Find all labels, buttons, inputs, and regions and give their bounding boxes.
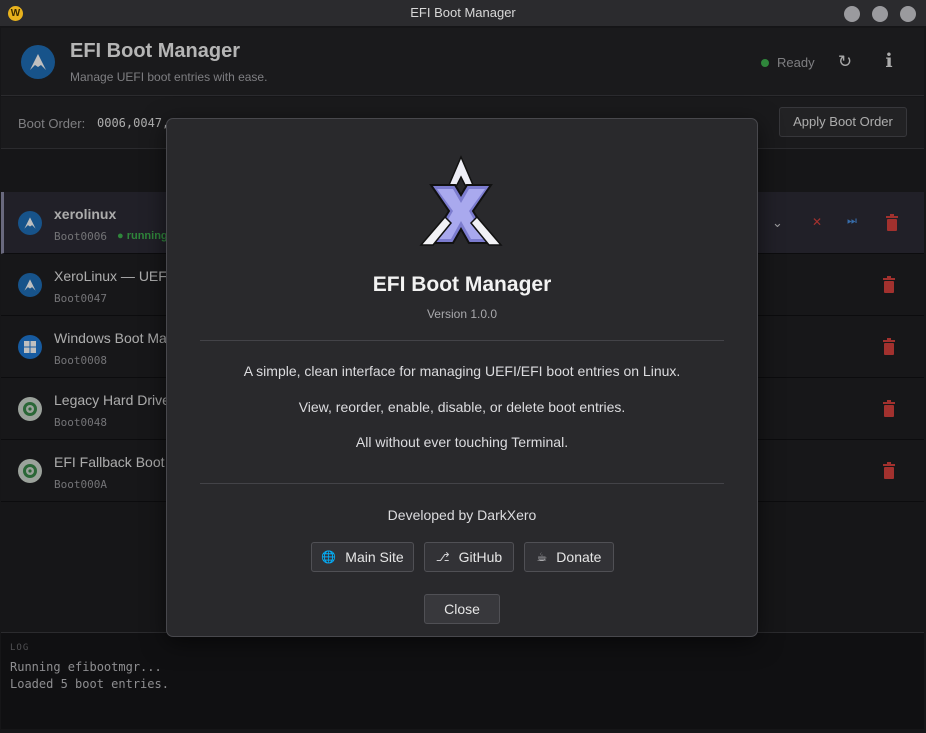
github-label: GitHub [458,549,503,565]
developer-credit: Developed by DarkXero [387,507,537,523]
description-line: All without ever touching Terminal. [355,434,569,450]
window-titlebar: W EFI Boot Manager [0,0,926,27]
xerolinux-logo-icon [419,155,503,246]
minimize-button[interactable] [844,6,860,22]
branch-icon: ⎇ [435,550,450,564]
close-dialog-button[interactable]: Close [424,594,500,624]
divider [200,483,724,484]
github-button[interactable]: ⎇ GitHub [424,542,514,572]
donate-label: Donate [556,549,602,565]
maximize-button[interactable] [872,6,888,22]
divider [200,340,724,341]
main-site-label: Main Site [345,549,404,565]
description-line: View, reorder, enable, disable, or delet… [298,399,626,415]
dialog-version: Version 1.0.0 [426,307,498,321]
globe-icon: 🌐 [321,550,337,564]
close-window-button[interactable] [900,6,916,22]
description-line: A simple, clean interface for managing U… [243,363,681,379]
coffee-icon: ☕ [536,550,548,564]
window-title: EFI Boot Manager [410,5,516,20]
about-dialog: EFI Boot Manager Version 1.0.0 A simple,… [166,118,758,637]
donate-button[interactable]: ☕ Donate [524,542,614,572]
main-site-button[interactable]: 🌐 Main Site [311,542,414,572]
dialog-title: EFI Boot Manager [372,273,552,296]
